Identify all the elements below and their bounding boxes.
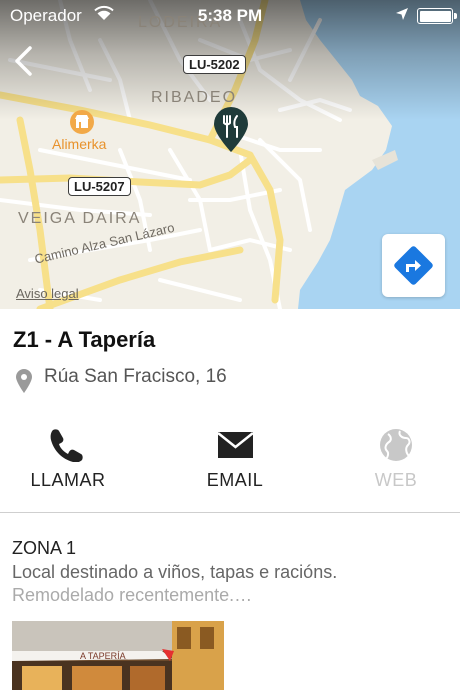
clock: 5:38 PM [197,6,263,25]
call-button[interactable]: LLAMAR [8,420,128,500]
call-button-label: LLAMAR [30,470,106,490]
location-pin-icon [16,369,32,393]
envelope-icon [217,432,254,458]
section-divider [0,512,460,513]
description-line-2[interactable]: Remodelado recentemente.… [12,585,252,606]
web-button-label: WEB [374,470,418,490]
back-chevron-icon[interactable] [10,44,38,78]
photo-sign-text: A TAPERÍA [80,651,126,661]
map-label-ribadeo: RIBADEO [151,89,238,106]
globe-icon [380,429,412,461]
directions-icon [394,246,433,285]
action-bar: LLAMAR EMAIL WEB [0,420,460,512]
poi-label-alimerka[interactable]: Alimerka [52,136,106,152]
email-button[interactable]: EMAIL [175,420,295,500]
legal-notice-link[interactable]: Aviso legal [16,286,79,301]
email-button-label: EMAIL [206,470,264,490]
directions-button[interactable] [382,234,445,297]
zone-heading: ZONA 1 [12,538,77,558]
place-title: Z1 - A Tapería [13,327,156,352]
place-address[interactable]: Rúa San Fracisco, 16 [44,366,227,388]
web-button[interactable]: WEB [336,420,456,500]
road-sign-lu5202: LU-5202 [183,55,246,74]
location-arrow-icon [396,8,408,20]
description-line-1: Local destinado a viños, tapas e racións… [12,562,338,582]
phone-icon [50,429,83,462]
restaurant-pin-icon[interactable] [212,107,250,153]
photo-storefront: A TAPERÍA [12,621,224,690]
status-bar: Operador 5:38 PM [0,0,460,32]
battery-icon [417,8,457,24]
place-photo[interactable]: A TAPERÍA [12,621,224,690]
map-view[interactable]: LODEIRA RIBADEO VEIGA DAIRA Camino Alza … [0,0,460,309]
shop-poi-icon[interactable] [70,110,94,134]
road-sign-lu5207: LU-5207 [68,177,131,196]
map-label-veiga-daira: VEIGA DAIRA [18,210,142,227]
